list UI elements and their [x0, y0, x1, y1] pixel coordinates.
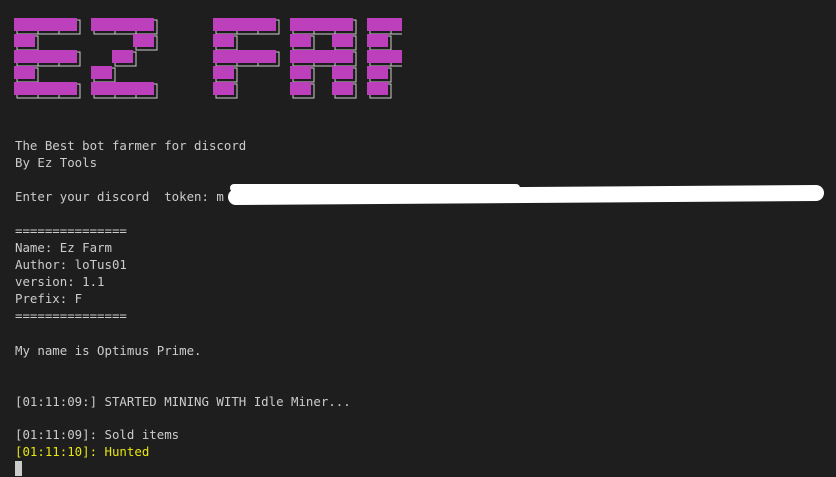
bot-prefix: Prefix: F [15, 291, 83, 306]
terminal-window[interactable]: The Best bot farmer for discord By Ez To… [0, 0, 836, 477]
banner-letter-e [14, 18, 81, 99]
token-redaction-stroke [230, 184, 520, 192]
bot-author: Author: loTus01 [15, 257, 127, 272]
banner-letter-f [213, 18, 280, 99]
banner-letter-a [290, 18, 357, 99]
bot-version: version: 1.1 [15, 274, 105, 289]
tagline: The Best bot farmer for discord [15, 138, 247, 153]
byline: By Ez Tools [15, 155, 98, 170]
greeting-message: My name is Optimus Prime. [15, 343, 202, 358]
bot-name: Name: Ez Farm [15, 240, 112, 255]
token-prompt: Enter your discord token: m [15, 189, 224, 204]
ez-farm-banner [14, 18, 402, 99]
log-started-mining: [01:11:09:] STARTED MINING WITH Idle Min… [15, 394, 351, 409]
log-sold-items: [01:11:09]: Sold items [15, 427, 180, 442]
text-cursor [15, 461, 22, 476]
separator-top: =============== [15, 223, 127, 238]
banner-letter-r [367, 18, 402, 99]
separator-bottom: =============== [15, 308, 127, 323]
log-hunted: [01:11:10]: Hunted [15, 444, 150, 459]
banner-letter-z [91, 18, 158, 99]
